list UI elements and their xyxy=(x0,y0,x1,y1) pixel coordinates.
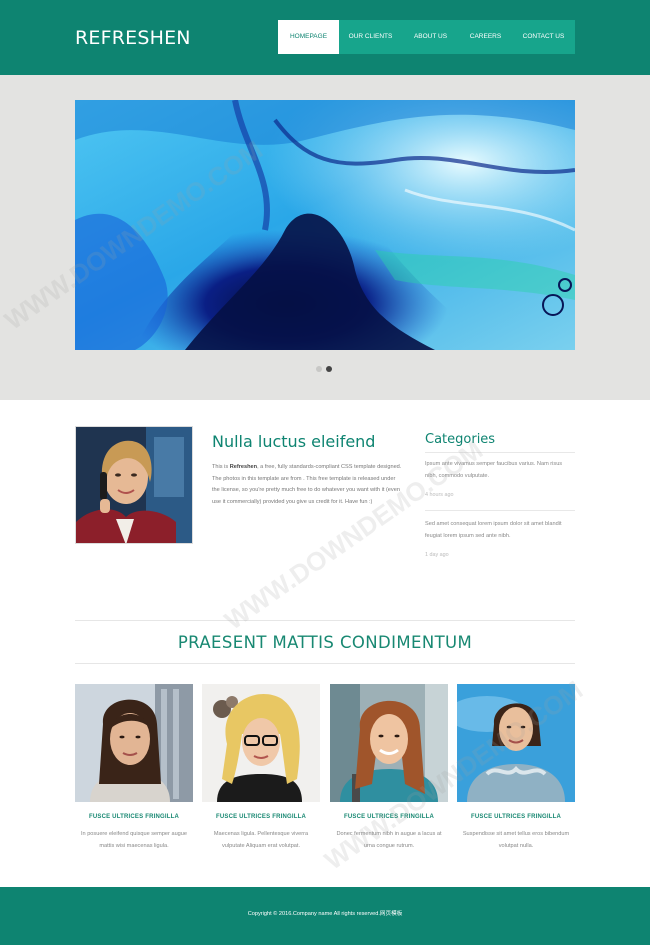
categories-divider xyxy=(425,452,575,453)
footer-link[interactable]: 网页模板 xyxy=(380,911,402,917)
team-desc: Donec fermentum nibh in augue a lacus at… xyxy=(336,831,442,849)
copyright: Copyright © 2016.Company name All rights… xyxy=(247,911,403,917)
team-photo xyxy=(330,684,448,802)
slider-dots xyxy=(316,366,332,372)
team-desc: Suspendisse sit amet tellus eros bibendu… xyxy=(462,831,570,849)
team-name[interactable]: FUSCE ULTRICES FRINGILLA xyxy=(202,814,320,820)
section-title: PRAESENT MATTIS CONDIMENTUM xyxy=(177,633,473,652)
team-name[interactable]: FUSCE ULTRICES FRINGILLA xyxy=(75,814,193,820)
slider-image xyxy=(75,100,575,350)
category-item: Ipsum ante vivamus semper faucibus variu… xyxy=(425,459,575,498)
categories-title: Categories xyxy=(425,432,496,447)
nav-our-clients[interactable]: OUR CLIENTS xyxy=(339,20,402,54)
category-item-text[interactable]: Ipsum ante vivamus semper faucibus variu… xyxy=(425,459,575,482)
site-logo[interactable]: REFRESHEN xyxy=(75,27,191,49)
categories-divider xyxy=(425,510,575,511)
banner-area xyxy=(0,75,650,400)
team-desc: In posuere eleifend quisque semper augue… xyxy=(80,831,188,849)
category-item-time: 1 day ago xyxy=(425,552,449,558)
category-item-time: 4 hours ago xyxy=(425,492,454,498)
brand-name: Refreshen xyxy=(229,464,258,470)
category-item: Sed amet consequat lorem ipsum dolor sit… xyxy=(425,519,575,558)
team-name[interactable]: FUSCE ULTRICES FRINGILLA xyxy=(457,814,575,820)
nav-careers[interactable]: CAREERS xyxy=(459,20,512,54)
site-footer: Copyright © 2016.Company name All rights… xyxy=(0,887,650,945)
site-header: REFRESHEN HOMEPAGE OUR CLIENTS ABOUT US … xyxy=(0,0,650,75)
team-photo xyxy=(457,684,575,802)
section-top-rule xyxy=(75,620,575,621)
main-nav: HOMEPAGE OUR CLIENTS ABOUT US CAREERS CO… xyxy=(278,20,575,54)
about-portrait-image xyxy=(75,426,193,544)
category-item-text[interactable]: Sed amet consequat lorem ipsum dolor sit… xyxy=(425,519,575,542)
team-card: FUSCE ULTRICES FRINGILLA In posuere elei… xyxy=(75,684,193,852)
team-photo xyxy=(202,684,320,802)
nav-contact-us[interactable]: CONTACT US xyxy=(512,20,575,54)
team-desc: Maecenas ligula. Pellentesque viverra vu… xyxy=(213,831,309,849)
team-photo xyxy=(75,684,193,802)
team-card: FUSCE ULTRICES FRINGILLA Donec fermentum… xyxy=(330,684,448,852)
slider-dot-1[interactable] xyxy=(316,366,322,372)
about-text: This is Refreshen, a free, fully standar… xyxy=(212,464,402,505)
section-bottom-rule xyxy=(75,663,575,664)
team-card: FUSCE ULTRICES FRINGILLA Maecenas ligula… xyxy=(202,684,320,852)
nav-homepage[interactable]: HOMEPAGE xyxy=(278,20,339,54)
team-card: FUSCE ULTRICES FRINGILLA Suspendisse sit… xyxy=(457,684,575,852)
slider-dot-2[interactable] xyxy=(326,366,332,372)
about-title: Nulla luctus eleifend xyxy=(212,432,376,451)
ink-swirl-image xyxy=(75,100,575,350)
team-name[interactable]: FUSCE ULTRICES FRINGILLA xyxy=(330,814,448,820)
nav-about-us[interactable]: ABOUT US xyxy=(402,20,459,54)
